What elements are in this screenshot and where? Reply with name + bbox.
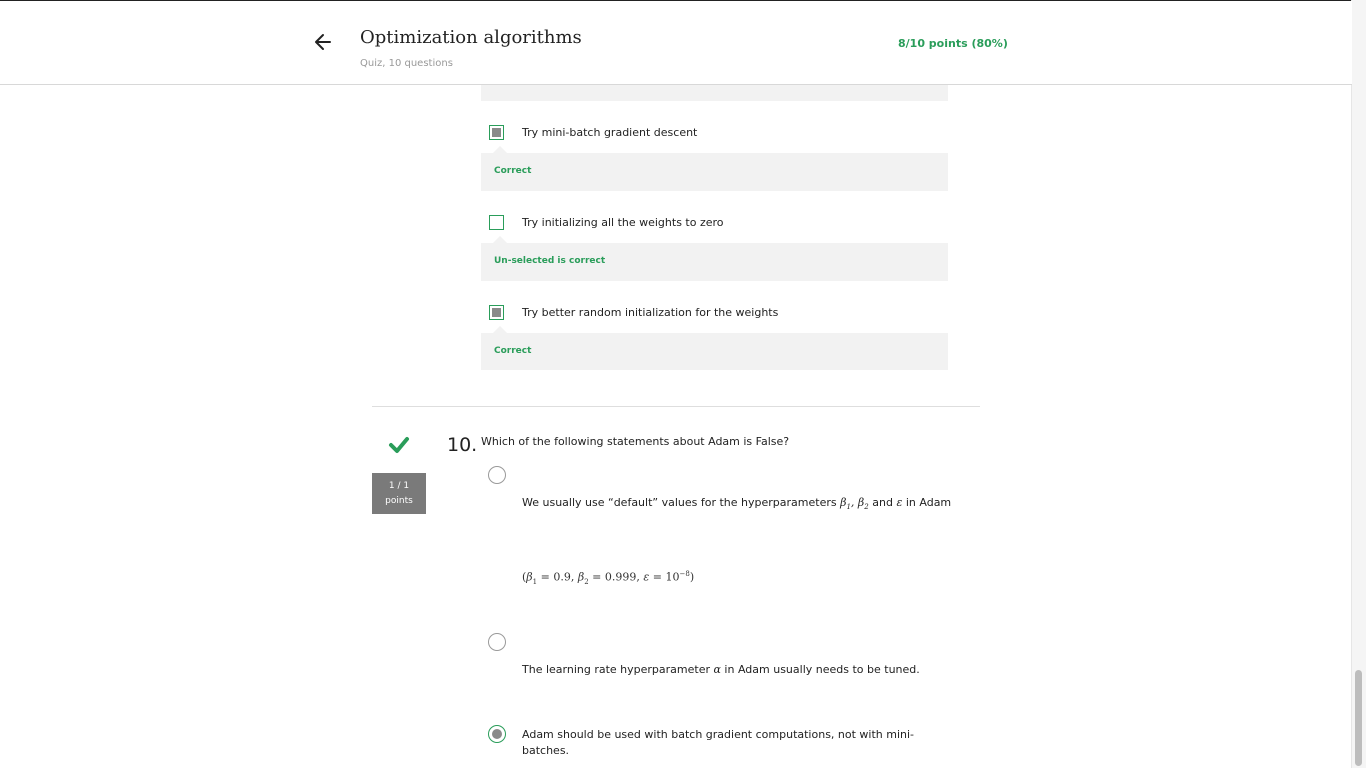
option-label: The learning rate hyperparameter α in Ad… xyxy=(522,663,920,676)
feedback-text: Correct xyxy=(494,346,532,356)
option-label: Adam should be used with batch gradient … xyxy=(522,727,914,759)
feedback-notch xyxy=(493,236,507,243)
math-alpha: α xyxy=(713,663,721,676)
option-text: in Adam xyxy=(902,496,952,509)
feedback-text: Correct xyxy=(494,166,532,176)
feedback-box: Correct xyxy=(481,146,948,191)
option-text: The learning rate hyperparameter xyxy=(522,663,714,676)
option-text: in Adam usually needs to be tuned. xyxy=(720,663,920,676)
checkbox-random-init[interactable] xyxy=(489,305,504,320)
option-label: Try mini-batch gradient descent xyxy=(522,126,698,139)
option-text: and xyxy=(868,496,897,509)
scrollbar[interactable] xyxy=(1351,0,1366,768)
option-text: Adam should be used with batch gradient … xyxy=(522,728,915,741)
option-label: Try better random initialization for the… xyxy=(522,306,779,319)
feedback-box: Un-selected is correct xyxy=(481,236,948,281)
option-text: batches. xyxy=(522,744,570,757)
back-arrow-icon[interactable] xyxy=(312,31,334,53)
question-text: Which of the following statements about … xyxy=(481,435,790,448)
feedback-notch xyxy=(493,146,507,153)
quiz-subtitle: Quiz, 10 questions xyxy=(360,58,453,69)
radio-option-default-values[interactable] xyxy=(488,466,506,484)
option-label: Try initializing all the weights to zero xyxy=(522,216,724,229)
question-number: 10. xyxy=(447,434,478,456)
option-label: We usually use “default” values for the … xyxy=(522,496,951,511)
points-badge: 1 / 1 points xyxy=(372,473,426,514)
score-badge: 8/10 points (80%) xyxy=(898,37,1008,50)
math-beta: β1, β2 xyxy=(840,496,869,512)
checkmark-icon xyxy=(389,437,409,453)
scrollbar-thumb[interactable] xyxy=(1355,670,1362,766)
checkbox-init-zero[interactable] xyxy=(489,215,504,230)
quiz-content: Correct Try mini-batch gradient descent … xyxy=(0,0,1352,768)
checkbox-mini-batch[interactable] xyxy=(489,125,504,140)
radio-option-learning-rate[interactable] xyxy=(488,633,506,651)
feedback-box: Correct xyxy=(481,326,948,370)
feedback-text: Un-selected is correct xyxy=(494,256,606,266)
page-title: Optimization algorithms xyxy=(360,27,582,48)
option-text: We usually use “default” values for the … xyxy=(522,496,841,509)
math-default-values: (β1 = 0.9, β2 = 0.999, ε = 10−8) xyxy=(522,570,695,586)
question-divider xyxy=(372,406,980,407)
radio-option-batch-gradient[interactable] xyxy=(488,725,506,743)
feedback-notch xyxy=(493,326,507,333)
points-value: 1 / 1 xyxy=(388,481,410,491)
quiz-header: Optimization algorithms Quiz, 10 questio… xyxy=(0,1,1352,85)
points-label: points xyxy=(385,496,413,506)
